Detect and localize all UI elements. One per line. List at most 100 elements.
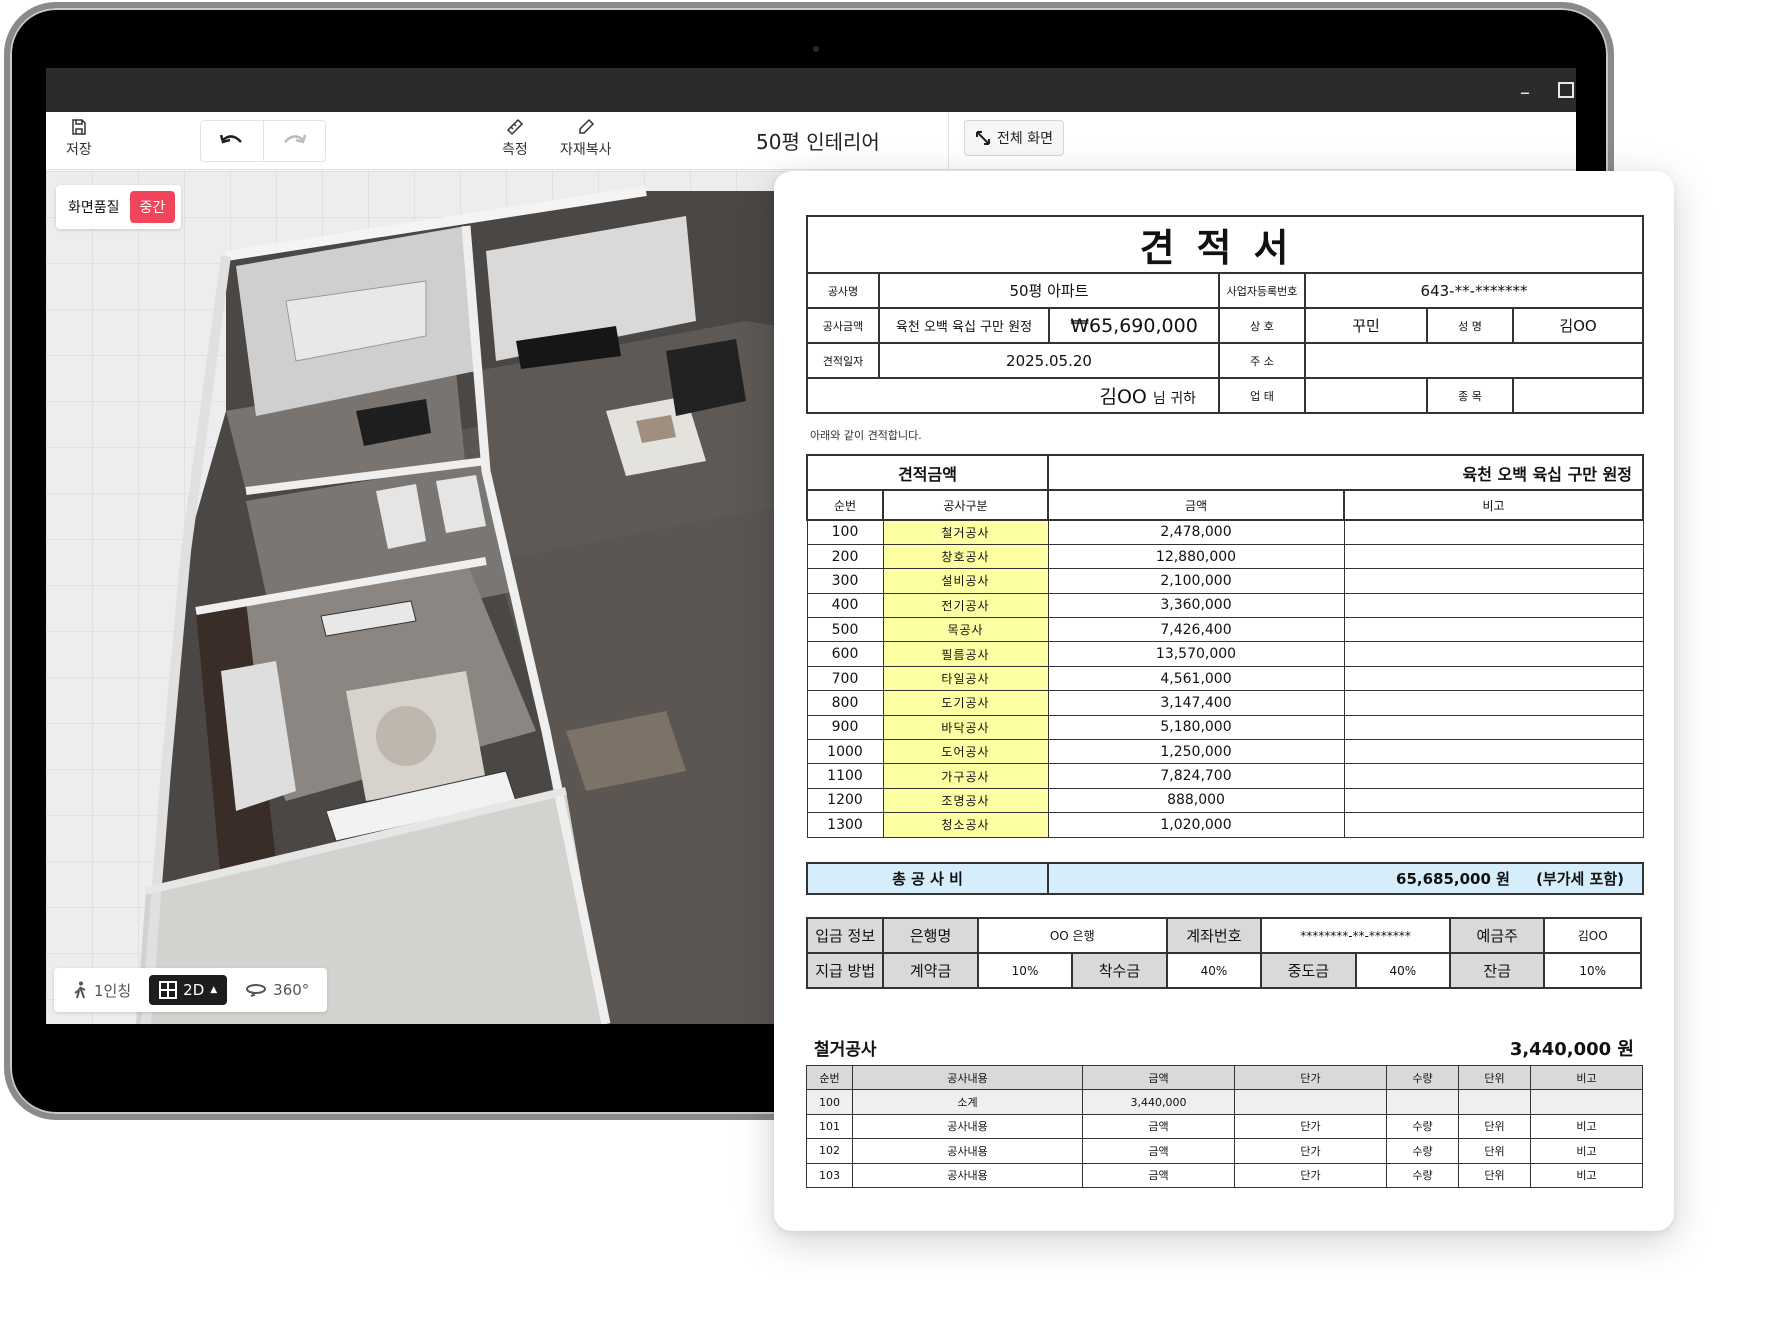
- project-title: 50평 인테리어: [756, 130, 880, 154]
- bank-label: 은행명: [882, 917, 979, 954]
- row-amount: 2,100,000: [1047, 568, 1345, 594]
- minimize-icon[interactable]: –: [1520, 82, 1530, 102]
- row-number: 1200: [806, 787, 884, 814]
- table-cell: [1530, 1089, 1643, 1115]
- total-table: 총 공 사 비 65,685,000 원 (부가세 포함): [806, 862, 1644, 895]
- table-cell: 비고: [1530, 1162, 1643, 1188]
- row-number: 800: [806, 690, 884, 716]
- view-2d-button[interactable]: 2D ▲: [149, 975, 228, 1005]
- row-amount: 7,824,700: [1047, 763, 1345, 789]
- row-number: 1100: [806, 763, 884, 789]
- work-category: 창호공사: [882, 543, 1049, 570]
- column-header: 단위: [1458, 1064, 1531, 1091]
- quality-value-badge[interactable]: 중간: [129, 191, 176, 223]
- table-cell: 금액: [1082, 1138, 1235, 1164]
- address-value: [1303, 342, 1645, 379]
- method-label: 지급 방법: [805, 952, 885, 989]
- column-header: 금액: [1047, 489, 1346, 521]
- row-number: 700: [806, 665, 884, 692]
- start-percent: 40%: [1165, 952, 1263, 989]
- row-amount: 3,360,000: [1047, 592, 1345, 619]
- table-row: 101 공사내용 금액 단가 수량 단위 비고: [806, 1113, 1643, 1140]
- table-cell: 단위: [1458, 1138, 1531, 1164]
- table-cell: 소계: [852, 1089, 1083, 1115]
- work-category: 설비공사: [882, 568, 1049, 594]
- first-person-button[interactable]: 1인칭: [62, 974, 141, 1007]
- row-number: 300: [806, 568, 884, 594]
- camera-dot: [813, 46, 819, 52]
- copy-material-label: 자재복사: [560, 142, 612, 158]
- payment-table: 입금 정보 은행명 OO 은행 계좌번호 ********-**-*******…: [805, 917, 1642, 989]
- toolbar: 저장 측정 자재복사 50평 인테리어 전체 화면: [46, 112, 1576, 170]
- maximize-icon[interactable]: [1558, 82, 1574, 98]
- column-header: 비고: [1530, 1064, 1643, 1091]
- column-header: 금액: [1082, 1064, 1235, 1091]
- table-row: 100 철거공사 2,478,000: [806, 519, 1644, 545]
- quality-label: 화면품질: [68, 200, 120, 216]
- eyedropper-icon: [579, 118, 594, 134]
- row-amount: 4,561,000: [1047, 665, 1345, 692]
- fullscreen-label: 전체 화면: [997, 131, 1053, 147]
- measure-button[interactable]: 측정: [502, 118, 528, 159]
- copy-material-button[interactable]: 자재복사: [560, 118, 612, 159]
- table-cell: 비고: [1530, 1113, 1643, 1140]
- row-amount: 888,000: [1047, 787, 1345, 814]
- fullscreen-button[interactable]: 전체 화면: [964, 120, 1064, 156]
- holder-label: 예금주: [1449, 917, 1546, 954]
- floorplan-3d-render: [136, 186, 806, 1024]
- detail-table: 순번 공사내용 금액 단가 수량 단위 비고 100 소계 3,440,000 101 공사내용 금액…: [806, 1064, 1643, 1188]
- measure-label: 측정: [502, 142, 528, 158]
- table-cell: 수량: [1386, 1113, 1459, 1140]
- balance-percent: 10%: [1543, 952, 1642, 989]
- row-number: 400: [806, 592, 884, 619]
- address-label: 주 소: [1218, 342, 1306, 379]
- business-type-value: [1304, 377, 1428, 414]
- table-cell: 수량: [1386, 1162, 1459, 1188]
- table-row: 700 타일공사 4,561,000: [806, 665, 1644, 692]
- work-category: 전기공사: [882, 592, 1049, 619]
- row-note: [1343, 665, 1644, 692]
- column-header: 순번: [806, 489, 884, 521]
- column-header: 공사내용: [852, 1064, 1083, 1091]
- save-button[interactable]: 저장: [66, 118, 92, 159]
- table-cell: 3,440,000: [1082, 1089, 1235, 1115]
- table-row: 102 공사내용 금액 단가 수량 단위 비고: [806, 1138, 1643, 1164]
- contract-percent: 10%: [976, 952, 1074, 989]
- work-category: 청소공사: [882, 812, 1049, 838]
- save-icon: [72, 119, 86, 135]
- table-cell: 단가: [1234, 1162, 1387, 1188]
- row-amount: 3,147,400: [1047, 690, 1345, 716]
- walking-person-icon: [74, 981, 86, 999]
- recipient-suffix: 님 귀하: [1152, 391, 1196, 407]
- work-category: 가구공사: [882, 763, 1049, 789]
- summary-amount-label: 견적금액: [805, 454, 1050, 491]
- detail-header-row: 순번 공사내용 금액 단가 수량 단위 비고: [806, 1064, 1643, 1091]
- render-quality-control[interactable]: 화면품질 중간: [56, 185, 182, 229]
- row-note: [1343, 812, 1644, 838]
- contract-label: 계약금: [882, 952, 979, 989]
- row-note: [1343, 543, 1644, 570]
- undo-button[interactable]: [201, 121, 263, 161]
- owner-name: 김OO: [1511, 307, 1645, 344]
- row-number: 200: [806, 543, 884, 570]
- table-row: 600 필름공사 13,570,000: [806, 641, 1644, 667]
- column-header: 순번: [806, 1064, 853, 1091]
- table-cell: 금액: [1082, 1113, 1235, 1140]
- recipient-name: 김OO: [1099, 386, 1147, 408]
- view-360-button[interactable]: 360°: [235, 975, 319, 1005]
- row-note: [1343, 641, 1644, 667]
- table-row: 800 도기공사 3,147,400: [806, 690, 1644, 716]
- table-row: 900 바닥공사 5,180,000: [806, 714, 1644, 741]
- column-header: 단가: [1234, 1064, 1387, 1091]
- table-cell: 공사내용: [852, 1162, 1083, 1188]
- row-number: 1000: [806, 739, 884, 765]
- table-row: 103 공사내용 금액 단가 수량 단위 비고: [806, 1162, 1643, 1188]
- table-cell: [1234, 1089, 1387, 1115]
- bank-name: OO 은행: [976, 917, 1168, 954]
- redo-button[interactable]: [262, 121, 326, 161]
- biz-no: 643-**-*******: [1303, 272, 1645, 309]
- row-amount: 12,880,000: [1047, 543, 1345, 570]
- amount-value: ₩65,690,000: [1048, 307, 1220, 344]
- row-note: [1343, 714, 1644, 741]
- column-header: 비고: [1343, 489, 1645, 521]
